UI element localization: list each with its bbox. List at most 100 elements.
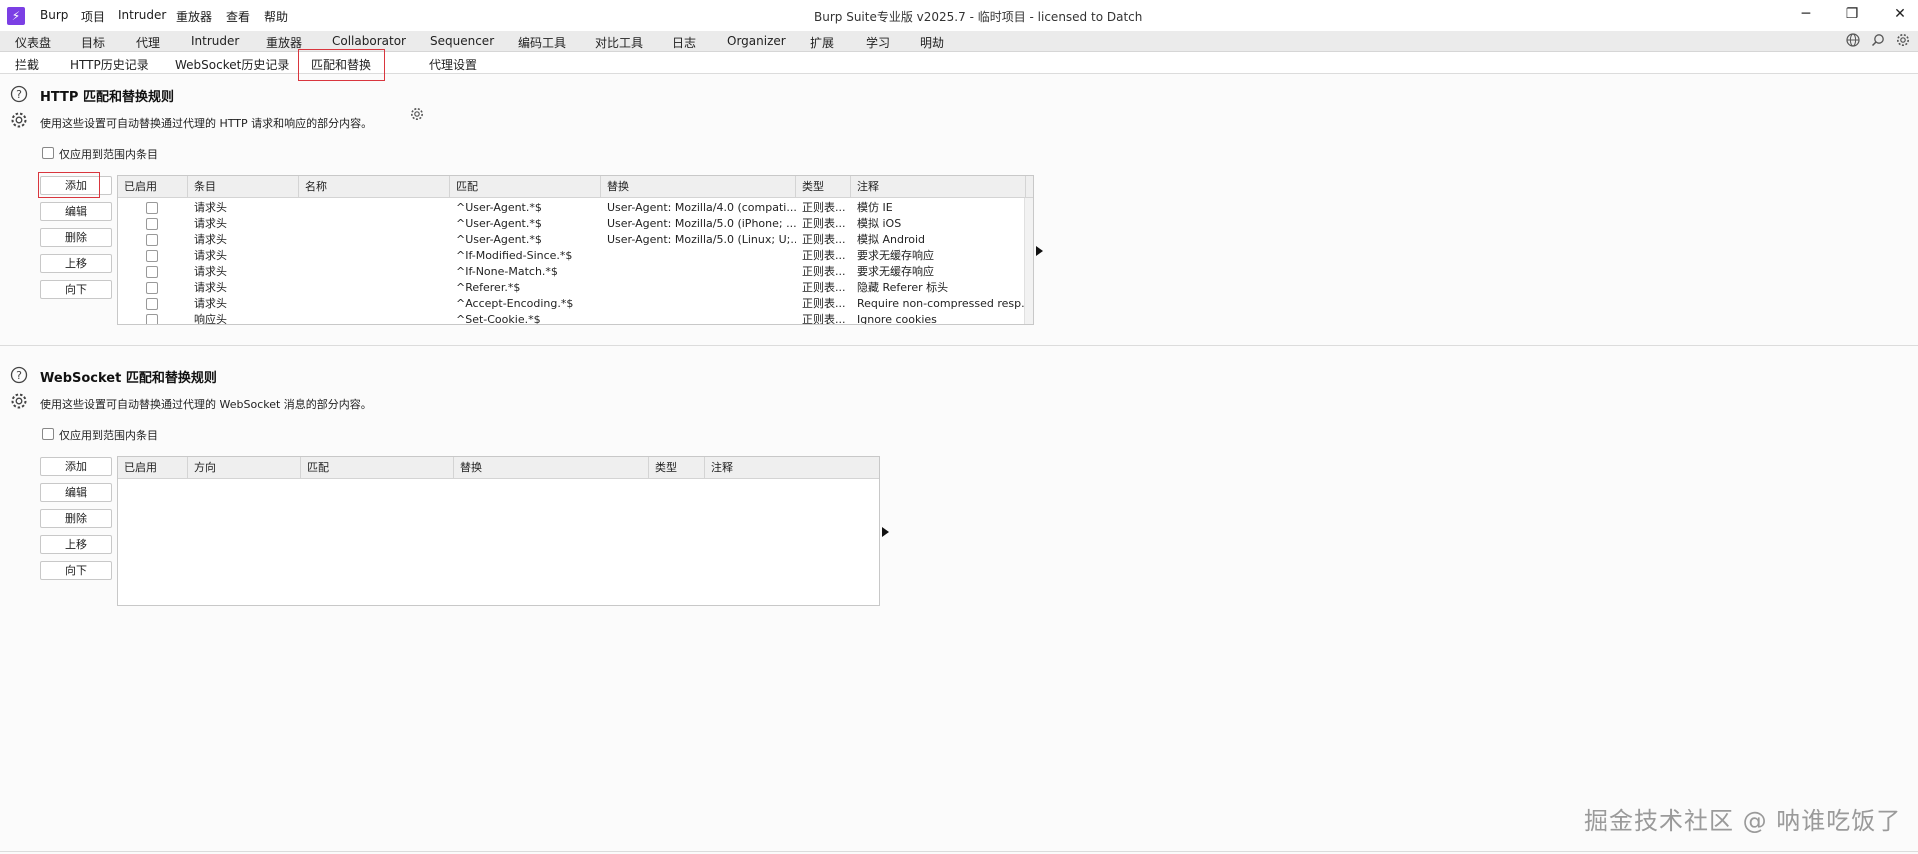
ws-move-up-button[interactable]: 上移 [40, 535, 112, 554]
col-match[interactable]: 匹配 [450, 176, 601, 198]
help-icon[interactable]: ? [10, 366, 28, 384]
gear-icon [410, 107, 424, 121]
cell-match: ^If-None-Match.*$ [456, 265, 558, 278]
svg-text:?: ? [16, 369, 22, 382]
table-row[interactable]: 请求头 ^Accept-Encoding.*$ 正则表... Require non-… [118, 296, 1024, 312]
cell-replace [601, 280, 796, 296]
http-move-down-button[interactable]: 向下 [40, 280, 112, 299]
menu-help[interactable]: 帮助 [264, 8, 288, 25]
gear-icon[interactable] [10, 111, 28, 129]
cell-comment: 模仿 IE [857, 201, 893, 214]
ws-add-button[interactable]: 添加 [40, 457, 112, 476]
help-icon[interactable]: ? [10, 85, 28, 103]
tab-sequencer[interactable]: Sequencer [430, 34, 494, 48]
table-row[interactable]: 请求头 ^User-Agent.*$ User-Agent: Mozilla/5.0… [118, 232, 1024, 248]
col-comment[interactable]: 注释 [851, 176, 1026, 198]
subtab-proxy-settings[interactable]: 代理设置 [429, 56, 477, 73]
http-edit-button[interactable]: 编辑 [40, 202, 112, 221]
globe-icon[interactable] [1845, 33, 1861, 49]
ws-move-down-button[interactable]: 向下 [40, 561, 112, 580]
tab-organizer[interactable]: Organizer [727, 34, 786, 48]
row-enabled-checkbox[interactable] [146, 234, 158, 246]
cell-item: 请求头 [194, 201, 227, 214]
subtab-intercept[interactable]: 拦截 [15, 56, 39, 73]
search-icon[interactable] [1870, 33, 1886, 49]
title-bar: ⚡ Burp 项目 Intruder 重放器 查看 帮助 Burp Suite专… [0, 0, 1918, 31]
col-replace[interactable]: 替换 [454, 457, 649, 479]
row-enabled-checkbox[interactable] [146, 218, 158, 230]
minimize-icon[interactable]: ─ [1796, 4, 1816, 24]
col-type[interactable]: 类型 [649, 457, 705, 479]
cell-replace [601, 296, 796, 312]
col-enabled[interactable]: 已启用 [118, 176, 188, 198]
row-enabled-checkbox[interactable] [146, 250, 158, 262]
cell-item: 请求头 [194, 297, 227, 310]
ws-edit-button[interactable]: 编辑 [40, 483, 112, 502]
col-name[interactable]: 名称 [299, 176, 450, 198]
menu-burp[interactable]: Burp [40, 8, 68, 22]
cell-type: 正则表... [802, 297, 846, 310]
menu-intruder[interactable]: Intruder [118, 8, 166, 22]
cell-name [299, 280, 450, 296]
col-direction[interactable]: 方向 [188, 457, 301, 479]
tab-extensions[interactable]: 扩展 [810, 34, 834, 51]
cell-type: 正则表... [802, 249, 846, 262]
tab-learn[interactable]: 学习 [866, 34, 890, 51]
close-icon[interactable]: ✕ [1890, 4, 1910, 24]
col-comment[interactable]: 注释 [705, 457, 879, 479]
menu-view[interactable]: 查看 [226, 8, 250, 25]
cell-comment: Ignore cookies [857, 313, 937, 325]
tab-comparer[interactable]: 对比工具 [595, 34, 643, 51]
row-enabled-checkbox[interactable] [146, 314, 158, 324]
col-enabled[interactable]: 已启用 [118, 457, 188, 479]
ws-delete-button[interactable]: 删除 [40, 509, 112, 528]
tab-proxy[interactable]: 代理 [125, 34, 171, 56]
tab-repeater[interactable]: 重放器 [266, 34, 302, 51]
tab-dashboard[interactable]: 仪表盘 [15, 34, 51, 51]
ws-rules-table: 已启用 方向 匹配 替换 类型 注释 [117, 456, 880, 606]
row-enabled-checkbox[interactable] [146, 298, 158, 310]
tab-decoder[interactable]: 编码工具 [518, 34, 566, 51]
gear-icon[interactable] [1895, 33, 1911, 49]
table-header: 已启用 条目 名称 匹配 替换 类型 注释 [118, 176, 1033, 198]
cell-item: 响应头 [194, 313, 227, 325]
cell-match: ^Accept-Encoding.*$ [456, 297, 574, 310]
menu-project[interactable]: 项目 [81, 8, 105, 25]
restore-icon[interactable]: ❐ [1842, 4, 1862, 24]
menu-repeater[interactable]: 重放器 [176, 8, 212, 25]
burp-logo-icon: ⚡ [7, 7, 25, 25]
tab-mingjie[interactable]: 明劫 [920, 34, 944, 51]
cell-replace [601, 264, 796, 280]
col-match[interactable]: 匹配 [301, 457, 454, 479]
ws-scope-checkbox[interactable] [42, 428, 54, 440]
table-row[interactable]: 请求头 ^User-Agent.*$ User-Agent: Mozilla/5.0… [118, 216, 1024, 232]
vertical-scrollbar[interactable] [1024, 198, 1033, 324]
table-row[interactable]: 请求头 ^If-Modified-Since.*$ 正则表... 要求无缓存响应 [118, 248, 1024, 264]
subtab-websocket-history[interactable]: WebSocket历史记录 [175, 56, 289, 73]
table-row[interactable]: 请求头 ^If-None-Match.*$ 正则表... 要求无缓存响应 [118, 264, 1024, 280]
table-row[interactable]: 请求头 ^User-Agent.*$ User-Agent: Mozilla/4.0… [118, 200, 1024, 216]
cell-match: ^User-Agent.*$ [456, 217, 542, 230]
ws-scope-label: 仅应用到范围内条目 [59, 429, 158, 442]
row-enabled-checkbox[interactable] [146, 202, 158, 214]
tab-collaborator[interactable]: Collaborator [332, 34, 406, 48]
svg-text:?: ? [16, 88, 22, 101]
tab-intruder[interactable]: Intruder [191, 34, 239, 48]
expand-arrow-icon[interactable] [1036, 246, 1043, 256]
http-move-up-button[interactable]: 上移 [40, 254, 112, 273]
gear-icon[interactable] [10, 392, 28, 410]
tab-target[interactable]: 目标 [81, 34, 105, 51]
http-delete-button[interactable]: 删除 [40, 228, 112, 247]
row-enabled-checkbox[interactable] [146, 266, 158, 278]
subtab-http-history[interactable]: HTTP历史记录 [70, 56, 149, 73]
http-scope-checkbox[interactable] [42, 147, 54, 159]
table-row[interactable]: 请求头 ^Referer.*$ 正则表... 隐藏 Referer 标头 [118, 280, 1024, 296]
table-row[interactable]: 响应头 ^Set-Cookie.*$ 正则表... Ignore cookies [118, 312, 1024, 325]
col-item[interactable]: 条目 [188, 176, 299, 198]
col-replace[interactable]: 替换 [601, 176, 796, 198]
http-section-title: HTTP 匹配和替换规则 [40, 90, 174, 105]
col-type[interactable]: 类型 [796, 176, 851, 198]
tab-logger[interactable]: 日志 [672, 34, 696, 51]
row-enabled-checkbox[interactable] [146, 282, 158, 294]
expand-arrow-icon[interactable] [882, 527, 889, 537]
